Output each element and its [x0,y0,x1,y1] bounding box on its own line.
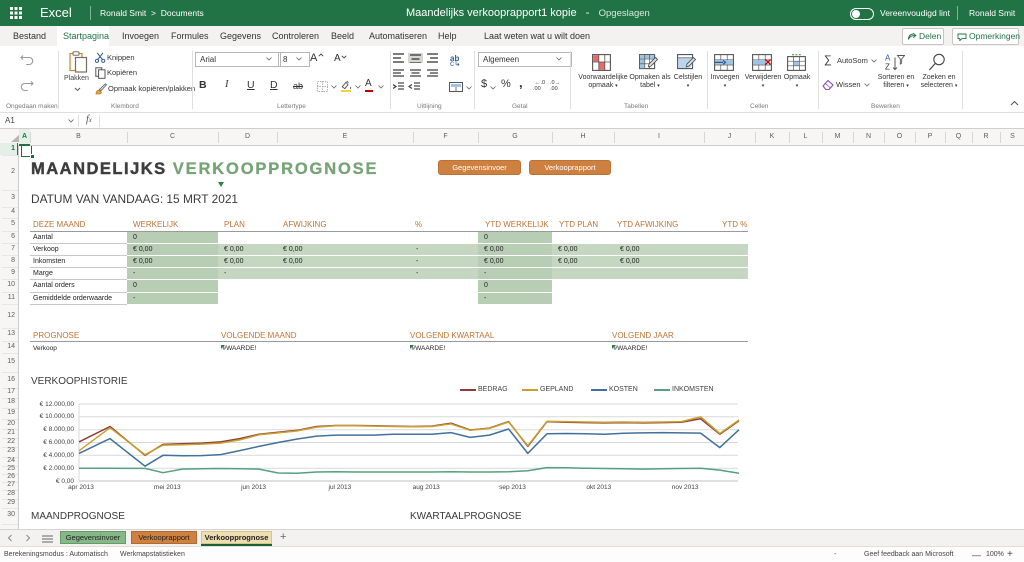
svg-text:.00: .00 [550,86,558,91]
svg-text:A: A [885,54,891,63]
svg-text:.00: .00 [533,86,541,91]
svg-text:Z: Z [885,63,890,72]
